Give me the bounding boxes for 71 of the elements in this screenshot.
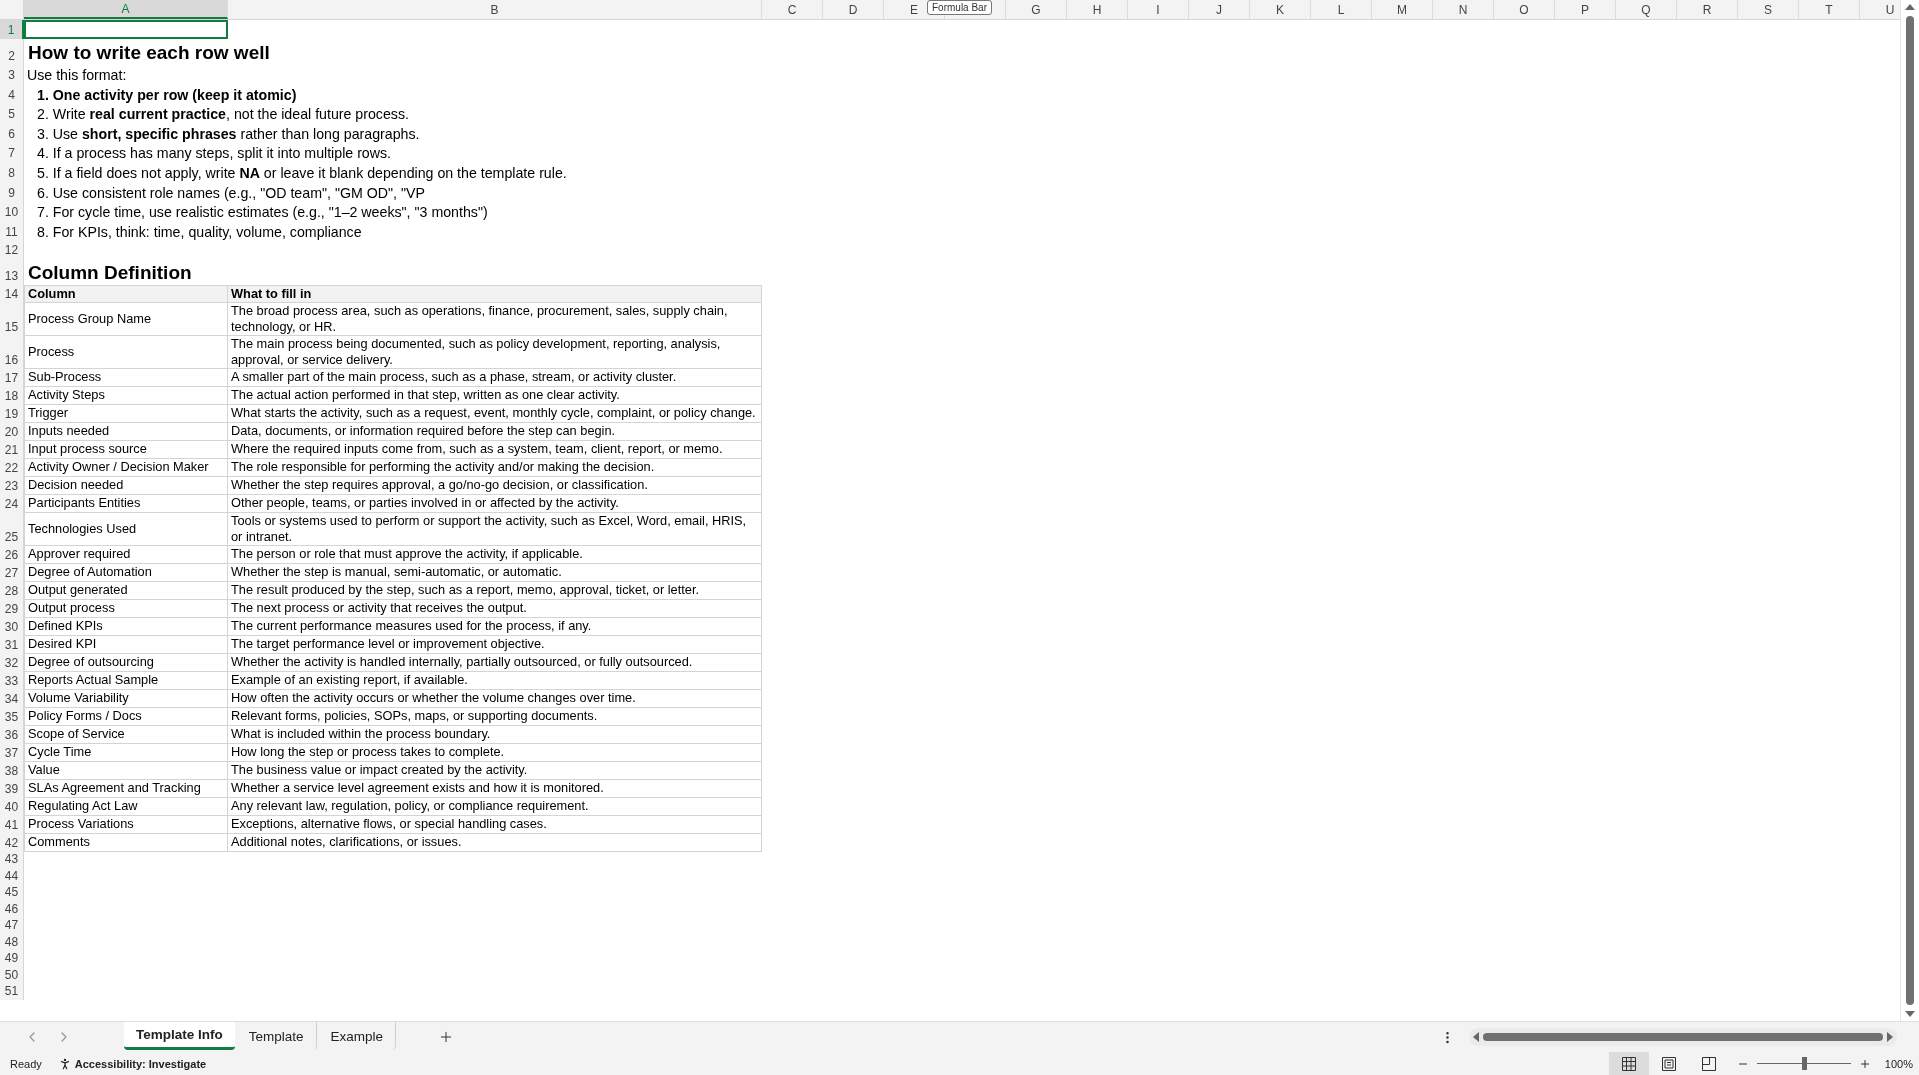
row-number[interactable]: 7	[0, 142, 24, 163]
page-icon	[1660, 1055, 1677, 1072]
row-number[interactable]: 48	[0, 934, 24, 951]
sheet-tab[interactable]: Example	[318, 1022, 397, 1050]
column-header[interactable]: R	[1677, 0, 1738, 19]
table-cell: Technologies Used	[24, 512, 228, 546]
row-number[interactable]: 3	[0, 65, 24, 84]
slider-thumb[interactable]	[1801, 1057, 1807, 1070]
row-number[interactable]: 6	[0, 123, 24, 143]
column-header[interactable]: K	[1250, 0, 1311, 19]
table-cell: The main process being documented, such as policy development, reporting, analysis, approval, or service delivery.	[228, 335, 762, 369]
sheet-tab[interactable]: Template Info	[124, 1022, 235, 1050]
column-header[interactable]: O	[1494, 0, 1555, 19]
column-header[interactable]: I	[1128, 0, 1189, 19]
table-cell: Process	[24, 335, 228, 369]
column-header[interactable]: T	[1799, 0, 1860, 19]
instruction-text: 2. Write real current practice, not the ideal future process.	[36, 106, 409, 124]
row-number[interactable]: 11	[0, 221, 24, 241]
plus-icon	[1858, 1057, 1871, 1070]
instruction-text: 5. If a field does not apply, write NA or leave it blank depending on the template rule.	[36, 164, 567, 182]
column-header[interactable]: L	[1311, 0, 1372, 19]
intro-text: Use this format:	[26, 67, 127, 84]
row-number[interactable]: 50	[0, 967, 24, 984]
page-break-icon	[1700, 1055, 1717, 1072]
active-cell[interactable]	[24, 20, 228, 39]
accessibility-button[interactable]: Accessibility: Investigate	[51, 1056, 213, 1071]
instruction-text: 4. If a process has many steps, split it into multiple rows.	[36, 145, 392, 163]
column-header[interactable]: N	[1433, 0, 1494, 19]
column-header[interactable]: G	[1006, 0, 1067, 19]
column-header[interactable]: M	[1372, 0, 1433, 19]
column-header[interactable]: S	[1738, 0, 1799, 19]
row-number[interactable]: 10	[0, 201, 24, 222]
column-header[interactable]: A	[24, 0, 228, 19]
row-number[interactable]: 9	[0, 181, 24, 202]
table-cell: The broad process area, such as operations, finance, procurement, sales, supply chain, technology, or HR.	[228, 302, 762, 336]
instruction-text: 3. Use short, specific phrases rather than long paragraphs.	[36, 125, 420, 143]
row-number[interactable]: 25	[0, 512, 24, 546]
table-cell: Tools or systems used to perform or support the activity, such as Excel, Word, email, HRIS, or intranet.	[228, 512, 762, 546]
instruction-text: 6. Use consistent role names (e.g., "OD team", "GM OD", "VP	[36, 184, 425, 202]
table-cell: Process Group Name	[24, 302, 228, 336]
row-number[interactable]: 4	[0, 84, 24, 104]
section-heading: How to write each row well	[27, 41, 270, 65]
row-number[interactable]: 5	[0, 103, 24, 124]
row-number[interactable]: 15	[0, 302, 24, 336]
tooltip: Formula Bar	[927, 0, 992, 15]
row-number[interactable]: 2	[0, 39, 24, 65]
view-button[interactable]	[1608, 1052, 1649, 1075]
row-number[interactable]: 1	[0, 20, 24, 39]
column-header[interactable]: C	[762, 0, 823, 19]
status-text: Ready	[9, 1057, 43, 1070]
column-header[interactable]: P	[1555, 0, 1616, 19]
instruction-text: 1. One activity per row (keep it atomic)	[36, 86, 297, 104]
column-header[interactable]: Q	[1616, 0, 1677, 19]
row-number[interactable]: 8	[0, 162, 24, 182]
column-header[interactable]: D	[823, 0, 884, 19]
column-header[interactable]: B	[228, 0, 762, 19]
section-heading: Column Definition	[27, 260, 192, 285]
row-number[interactable]: 44	[0, 868, 24, 885]
header-cell: What to fill in	[228, 284, 762, 303]
row-number[interactable]: 46	[0, 901, 24, 918]
instruction-text: 7. For cycle time, use realistic estimates (e.g., "1–2 weeks", "3 months")	[36, 204, 488, 222]
horizontal-scrollbar[interactable]	[1469, 1028, 1897, 1046]
instruction-text: 8. For KPIs, think: time, quality, volume, compliance	[36, 223, 362, 241]
sheet-tab[interactable]: Template	[236, 1022, 317, 1050]
row-number[interactable]: 13	[0, 258, 24, 285]
column-header[interactable]: J	[1189, 0, 1250, 19]
zoom-level: 100%	[1883, 1057, 1914, 1070]
column-header[interactable]: H	[1067, 0, 1128, 19]
grid-icon	[1620, 1055, 1637, 1072]
header-cell: Column	[24, 284, 228, 303]
row-number[interactable]: 16	[0, 335, 24, 369]
